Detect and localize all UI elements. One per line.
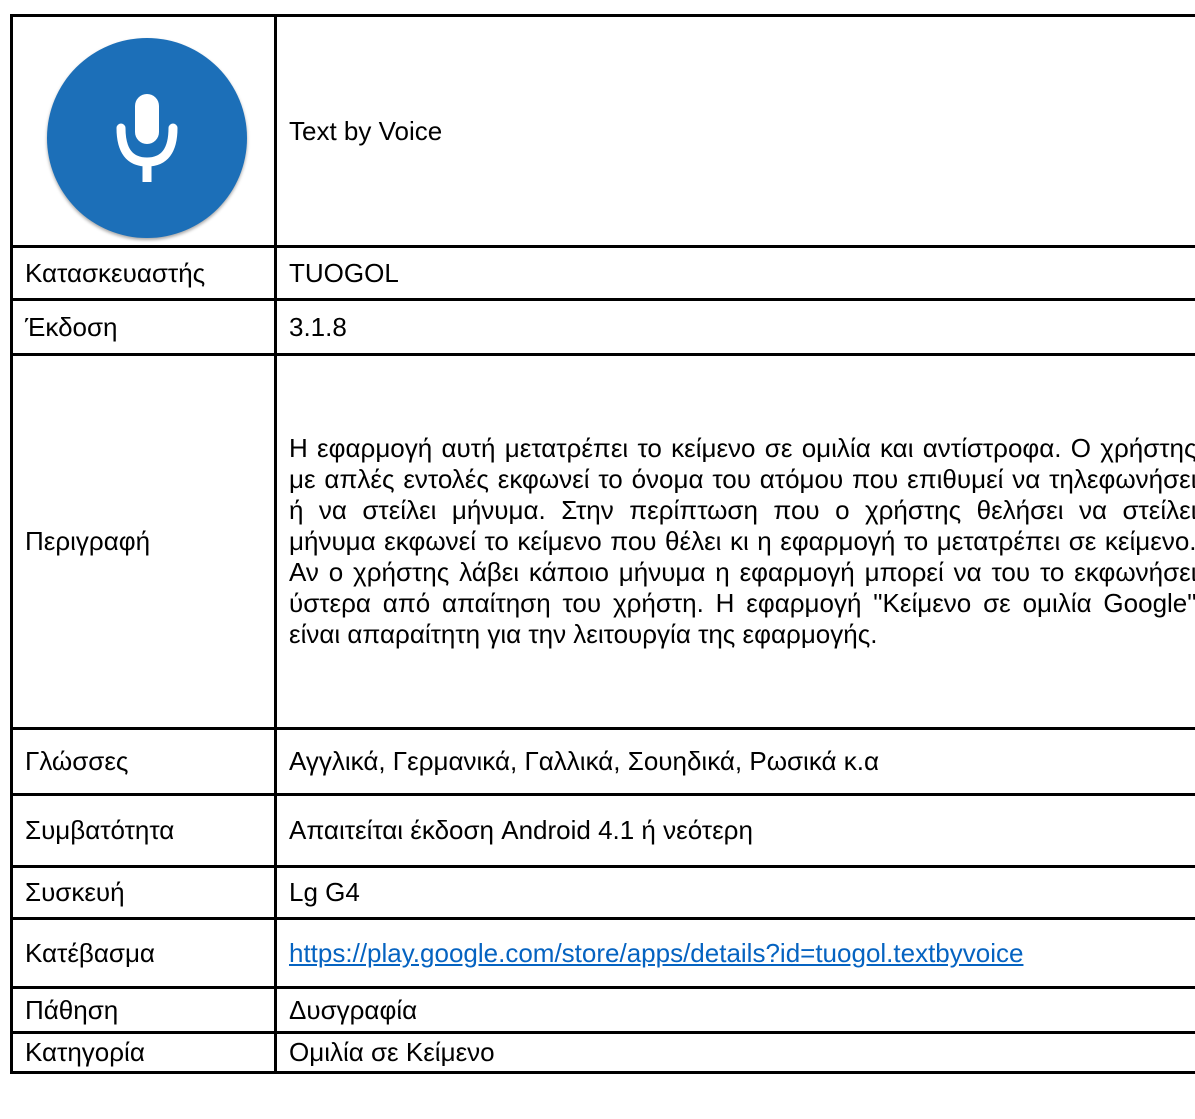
row-device: Συσκευή Lg G4 [10, 865, 1195, 920]
label-device: Συσκευή [10, 865, 276, 920]
label-category: Κατηγορία [10, 1031, 276, 1074]
row-languages: Γλώσσες Αγγλικά, Γερμανικά, Γαλλικά, Σου… [10, 727, 1195, 796]
row-condition: Πάθηση Δυσγραφία [10, 986, 1195, 1034]
row-compatibility: Συμβατότητα Απαιτείται έκδοση Android 4.… [10, 793, 1195, 868]
value-manufacturer: TUOGOL [274, 245, 1195, 301]
label-compatibility: Συμβατότητα [10, 793, 276, 868]
label-description: Περιγραφή [10, 353, 276, 730]
row-manufacturer: Κατασκευαστής TUOGOL [10, 245, 1195, 301]
app-logo [47, 38, 247, 238]
label-download: Κατέβασμα [10, 917, 276, 989]
value-category: Ομιλία σε Κείμενο [274, 1031, 1195, 1074]
value-version: 3.1.8 [274, 298, 1195, 356]
microphone-icon [116, 94, 178, 182]
row-category: Κατηγορία Ομιλία σε Κείμενο [10, 1031, 1195, 1074]
label-languages: Γλώσσες [10, 727, 276, 796]
download-link[interactable]: https://play.google.com/store/apps/detai… [289, 938, 1023, 968]
label-manufacturer: Κατασκευαστής [10, 245, 276, 301]
value-device: Lg G4 [274, 865, 1195, 920]
app-info-table: Text by Voice Κατασκευαστής TUOGOL Έκδοσ… [10, 14, 1195, 1074]
value-condition: Δυσγραφία [274, 986, 1195, 1034]
row-download: Κατέβασμα https://play.google.com/store/… [10, 917, 1195, 989]
label-version: Έκδοση [10, 298, 276, 356]
value-compatibility: Απαιτείται έκδοση Android 4.1 ή νεότερη [274, 793, 1195, 868]
label-condition: Πάθηση [10, 986, 276, 1034]
header-row: Text by Voice [10, 14, 1195, 248]
logo-cell [10, 14, 276, 248]
value-languages: Αγγλικά, Γερμανικά, Γαλλικά, Σουηδικά, Ρ… [274, 727, 1195, 796]
row-description: Περιγραφή Η εφαρμογή αυτή μετατρέπει το … [10, 353, 1195, 730]
app-name: Text by Voice [274, 14, 1195, 248]
value-description: Η εφαρμογή αυτή μετατρέπει το κείμενο σε… [274, 353, 1195, 730]
row-version: Έκδοση 3.1.8 [10, 298, 1195, 356]
value-download: https://play.google.com/store/apps/detai… [274, 917, 1195, 989]
